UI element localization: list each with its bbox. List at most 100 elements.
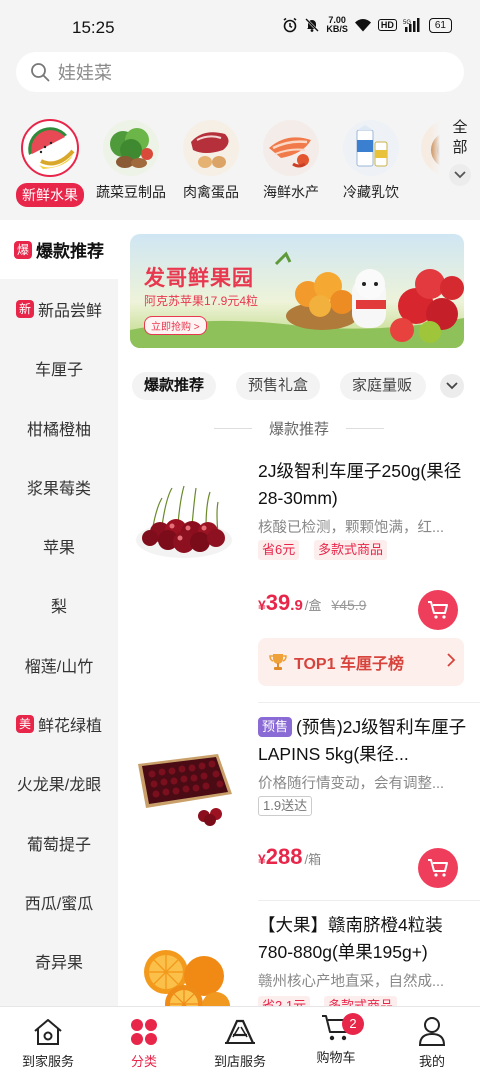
cart-icon [288, 1007, 384, 1043]
discount-chip: 省2.1元 [258, 996, 311, 1006]
category-fresh-fruit[interactable]: 新鲜水果 [8, 110, 92, 207]
hd-badge: HD [377, 19, 397, 31]
tab-family[interactable]: 家庭量贩 [340, 372, 426, 400]
chevron-down-icon [449, 164, 471, 186]
category-seafood[interactable]: 海鲜水产 [248, 110, 334, 202]
sidebar-item-pears[interactable]: 梨 [0, 576, 118, 635]
banner-title: 发哥鲜果园 [144, 267, 254, 290]
product-image [132, 468, 236, 572]
product-name: 2J级智利车厘子250g(果径28-30mm) [258, 461, 462, 508]
category-label: 蔬菜豆制品 [96, 184, 166, 200]
chevron-right-icon [447, 653, 456, 667]
product-price: ¥288/箱 [258, 844, 322, 869]
sidebar-item-citrus[interactable]: 柑橘橙柚 [0, 398, 118, 457]
delivery-chip: 1.9送达 [258, 796, 313, 816]
category-dairy[interactable]: 冷藏乳饮 [328, 110, 414, 202]
presale-badge: 预售 [258, 717, 293, 737]
beauty-tag: 美 [15, 715, 34, 734]
sidebar-item-flowers[interactable]: 美鲜花绿植 [0, 694, 118, 753]
discount-chip: 省6元 [258, 540, 300, 560]
cart-count-badge: 2 [342, 1013, 364, 1035]
product-card[interactable]: 【大果】赣南脐橙4粒装780-880g(单果195g+) 赣州核心产地直采，自然… [118, 910, 480, 1006]
status-icons: 7.00 KB/S HD 5G 61 [282, 16, 452, 34]
category-strip: 新鲜水果 蔬菜豆制品 肉禽蛋品 海鲜水产 冷藏乳饮 熟 [0, 110, 440, 214]
bottom-navigation: 到家服务 分类 到店服务 购物车 2 我的 [0, 1006, 480, 1072]
variants-chip: 多款式商品 [324, 996, 398, 1006]
network-speed: 7.00 KB/S [326, 15, 348, 34]
tab-presale[interactable]: 预售礼盒 [236, 372, 321, 400]
variants-chip: 多款式商品 [314, 540, 388, 560]
category-vegetables[interactable]: 蔬菜豆制品 [88, 110, 174, 202]
product-image [132, 724, 236, 828]
search-icon [31, 63, 50, 82]
profile-icon [384, 1007, 480, 1047]
nav-category[interactable]: 分类 [96, 1007, 192, 1070]
vegetable-icon [103, 120, 159, 176]
promo-banner[interactable]: 发哥鲜果园 阿克苏苹果17.9元4粒 立即抢购 > [130, 234, 464, 348]
category-label: 海鲜水产 [263, 184, 319, 200]
sidebar-item-cherries[interactable]: 车厘子 [0, 339, 118, 398]
sidebar-item-new[interactable]: 新新品尝鲜 [0, 279, 118, 338]
product-description: 核酸已检测，颗颗饱满，红... [258, 520, 445, 536]
alarm-icon [283, 17, 297, 33]
nav-cart[interactable]: 购物车 2 [288, 1007, 384, 1066]
product-name: 预售 (预售)2J级智利车厘子LAPINS 5kg(果径... [258, 717, 467, 764]
sidebar-item-grapes[interactable]: 葡萄提子 [0, 813, 118, 872]
category-label: 冷藏乳饮 [343, 184, 399, 200]
product-card[interactable]: 2J级智利车厘子250g(果径28-30mm) 核酸已检测，颗颗饱满，红... … [118, 456, 480, 696]
divider [258, 702, 480, 703]
add-to-cart-button[interactable] [418, 590, 458, 630]
divider [258, 900, 480, 901]
nav-profile[interactable]: 我的 [384, 1007, 480, 1070]
home-icon [0, 1007, 96, 1047]
sidebar-item-hot[interactable]: 爆爆款推荐 [0, 220, 118, 280]
sidebar-item-kiwi[interactable]: 奇异果 [0, 932, 118, 991]
dairy-icon [343, 120, 399, 176]
ranking-banner[interactable]: TOP1 车厘子榜 [258, 638, 464, 686]
sidebar-item-dragonfruit[interactable]: 火龙果/龙眼 [0, 754, 118, 813]
ranking-text: TOP1 车厘子榜 [294, 656, 404, 673]
category-label: 肉禽蛋品 [183, 184, 239, 200]
nav-store-service[interactable]: 到店服务 [192, 1007, 288, 1070]
mute-bell-icon [305, 18, 320, 32]
all-categories-button[interactable]: 全 部 [440, 118, 480, 208]
fruit-icon [21, 119, 79, 177]
product-card[interactable]: 预售 (预售)2J级智利车厘子LAPINS 5kg(果径... 价格随行情变动，会… [118, 712, 480, 892]
category-fade [430, 122, 440, 208]
seafood-icon [263, 120, 319, 176]
store-icon [192, 1007, 288, 1047]
cart-icon [428, 859, 448, 877]
signal-icon: 5G [403, 18, 420, 32]
product-description: 赣州核心产地直采，自然成... [258, 974, 445, 990]
product-panel: 发哥鲜果园 阿克苏苹果17.9元4粒 立即抢购 > 爆款推荐 预售礼盒 家庭量贩… [118, 220, 480, 1006]
original-price: ¥45.9 [331, 597, 367, 613]
search-bar[interactable]: 娃娃菜 [16, 52, 464, 92]
nav-home-service[interactable]: 到家服务 [0, 1007, 96, 1070]
tabs-more-button[interactable] [440, 374, 464, 398]
cart-icon [428, 601, 448, 619]
status-bar: 15:25 7.00 KB/S HD 5G 61 [0, 0, 480, 52]
category-label: 新鲜水果 [16, 183, 84, 207]
category-icon [96, 1007, 192, 1047]
sidebar-item-durian[interactable]: 榴莲/山竹 [0, 635, 118, 694]
category-meat-eggs[interactable]: 肉禽蛋品 [168, 110, 254, 202]
hot-tag: 爆 [14, 240, 32, 259]
sidebar-item-apples[interactable]: 苹果 [0, 516, 118, 575]
status-time: 15:25 [72, 18, 115, 37]
tab-hot[interactable]: 爆款推荐 [132, 372, 217, 400]
product-price: ¥39.9/盒 ¥45.9 [258, 590, 367, 615]
banner-cta[interactable]: 立即抢购 > [144, 316, 207, 335]
banner-subtitle: 阿克苏苹果17.9元4粒 [144, 294, 259, 308]
wifi-icon [354, 19, 371, 32]
sidebar-item-melons[interactable]: 西瓜/蜜瓜 [0, 872, 118, 931]
filter-tabs: 爆款推荐 预售礼盒 家庭量贩 [130, 372, 480, 400]
add-to-cart-button[interactable] [418, 848, 458, 888]
chevron-down-icon [446, 382, 458, 390]
meat-icon [183, 120, 239, 176]
section-title: 爆款推荐 [118, 418, 480, 439]
product-image [132, 926, 236, 1006]
sidebar-menu: 爆爆款推荐 新新品尝鲜 车厘子 柑橘橙柚 浆果莓类 苹果 梨 榴莲/山竹 美鲜花… [0, 220, 118, 1006]
product-name: 【大果】赣南脐橙4粒装780-880g(单果195g+) [258, 915, 443, 962]
new-tag: 新 [15, 299, 34, 318]
sidebar-item-berries[interactable]: 浆果莓类 [0, 457, 118, 516]
